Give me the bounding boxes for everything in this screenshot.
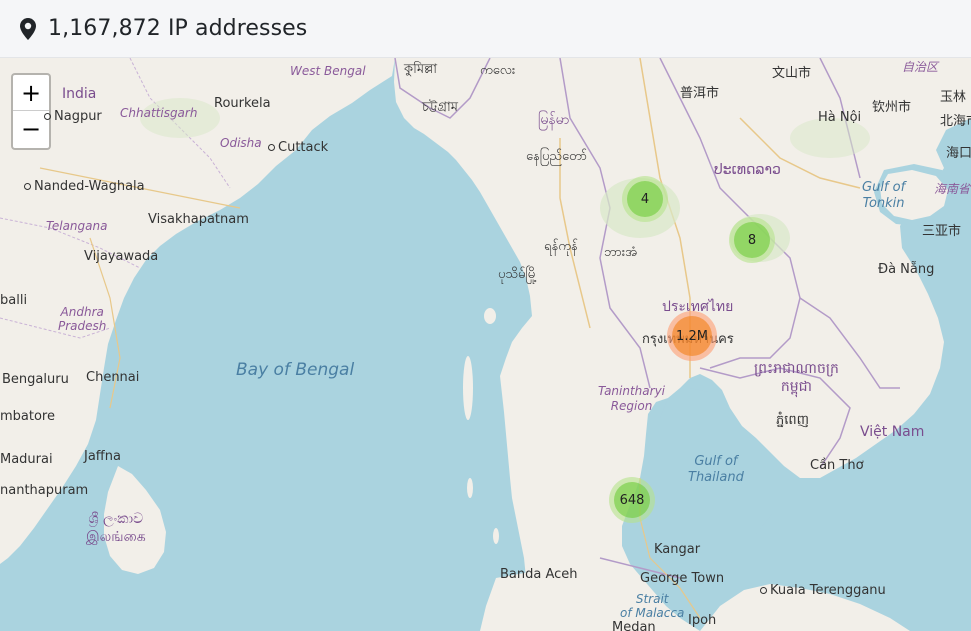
label-hainan: 海南省 — [934, 182, 971, 196]
cluster-marker[interactable]: 4 — [622, 176, 668, 222]
label-yangon: ရန်ကုန် — [544, 239, 578, 254]
label-tanintharyi-line1: Tanintharyi — [598, 384, 666, 398]
label-nagpur: Nagpur — [44, 109, 102, 124]
label-naypyidaw: နေပြည်တော် — [526, 149, 588, 164]
label-medan: Medan — [612, 620, 656, 631]
label-thiruvananthapuram: nanthapuram — [0, 483, 89, 498]
label-comilla: কুমিল্লা — [404, 62, 438, 77]
label-zizhiqu: 自治区 — [902, 60, 939, 74]
label-beihai: 北海市 — [940, 114, 971, 129]
label-hanoi: Hà Nội — [818, 110, 862, 125]
label-bengaluru: Bengaluru — [2, 372, 69, 387]
label-phnom-penh: ភ្នំពេញ — [776, 413, 810, 428]
label-puer: 普洱市 — [680, 86, 720, 101]
label-gulf-tonkin-line2: Tonkin — [862, 196, 905, 211]
map-view[interactable]: + − India West Bengal Chhattisgarh Odish… — [0, 58, 971, 631]
label-chennai: Chennai — [86, 370, 140, 385]
label-haikou: 海口 — [946, 146, 971, 161]
label-laos: ປະເທດລາວ — [714, 162, 781, 178]
label-kangar: Kangar — [654, 542, 701, 557]
label-tanintharyi-line2: Region — [610, 399, 653, 413]
label-yulin: 玉林 — [940, 90, 967, 105]
label-qinzhou: 钦州市 — [872, 100, 912, 115]
label-nanded: Nanded-Waghala — [24, 179, 145, 194]
label-cuttack: Cuttack — [268, 140, 328, 155]
label-bay-of-bengal: Bay of Bengal — [236, 360, 355, 380]
cluster-marker[interactable]: 8 — [729, 217, 775, 263]
map-marker-icon — [20, 17, 38, 40]
label-hpa-an: ဘားအံ — [604, 245, 638, 260]
label-andhra-pradesh: Andhra Pradesh — [58, 305, 106, 333]
label-kuala-terengganu: Kuala Terengganu — [760, 583, 886, 598]
cluster-marker[interactable]: 1.2M — [667, 311, 717, 361]
label-coimbatore: mbatore — [0, 409, 55, 424]
label-george-town: George Town — [640, 571, 725, 586]
label-kalay: ကလေး — [480, 63, 516, 78]
label-sanya: 三亚市 — [922, 224, 962, 239]
label-west-bengal: West Bengal — [290, 64, 366, 78]
label-madurai: Madurai — [0, 452, 53, 467]
label-vietnam: Việt Nam — [860, 424, 925, 440]
label-india: India — [62, 86, 97, 102]
label-sri-lanka: ශ්‍රී ලංකාව இலங்கை — [86, 510, 146, 546]
label-strait-line2: of Malacca — [620, 606, 685, 620]
cluster-count: 8 — [734, 222, 770, 258]
cluster-marker[interactable]: 648 — [609, 477, 655, 523]
label-odisha: Odisha — [220, 136, 262, 150]
label-ballari: balli — [0, 293, 28, 308]
label-ipoh: Ipoh — [688, 613, 717, 628]
label-cambodia: ព្រះរាជាណាចក្រកម្ពុជា — [754, 360, 839, 396]
label-jaffna: Jaffna — [84, 449, 121, 464]
label-gulf-of-thailand: Gulf of Thailand — [688, 454, 744, 486]
label-strait-line1: Strait — [635, 592, 669, 606]
label-myanmar: မြန်မာ — [538, 112, 570, 128]
label-chittagong: চট্টগ্রাম — [422, 100, 458, 115]
label-chhattisgarh: Chhattisgarh — [120, 106, 198, 120]
label-pathein: ပုသိမ်မြို့ — [498, 267, 538, 282]
cluster-count: 1.2M — [672, 316, 712, 356]
label-andhra-line1: Andhra — [60, 305, 104, 319]
page-header: 1,167,872 IP addresses — [0, 0, 971, 58]
label-sri-lanka-tamil: இலங்கை — [86, 529, 146, 545]
cluster-count: 4 — [627, 181, 663, 217]
label-rourkela: Rourkela — [214, 96, 271, 111]
label-cambodia-line2: កម្ពុជា — [780, 379, 812, 395]
ip-address-count-title: 1,167,872 IP addresses — [48, 16, 308, 41]
label-cambodia-line1: ព្រះរាជាណាចក្រ — [754, 361, 839, 377]
label-wenshan: 文山市 — [772, 66, 812, 81]
label-visakhapatnam: Visakhapatnam — [148, 212, 249, 227]
label-strait-of-malacca: Strait of Malacca — [620, 592, 684, 620]
label-andhra-line2: Pradesh — [58, 319, 107, 333]
label-gulf-of-tonkin: Gulf of Tonkin — [862, 180, 905, 212]
cluster-count: 648 — [614, 482, 650, 518]
label-gulf-thailand-line1: Gulf of — [694, 454, 738, 469]
label-can-tho: Cần Thơ — [810, 458, 864, 473]
label-tanintharyi: Tanintharyi Region — [598, 384, 665, 414]
label-sri-lanka-sinhala: ශ්‍රී ලංකාව — [88, 511, 144, 527]
label-gulf-tonkin-line1: Gulf of — [862, 180, 906, 195]
label-da-nang: Đà Nẵng — [878, 262, 935, 277]
label-telangana: Telangana — [46, 219, 108, 233]
label-banda-aceh: Banda Aceh — [500, 567, 578, 582]
label-vijayawada: Vijayawada — [84, 249, 159, 264]
label-gulf-thailand-line2: Thailand — [688, 470, 744, 485]
zoom-in-button[interactable]: + — [13, 75, 49, 111]
